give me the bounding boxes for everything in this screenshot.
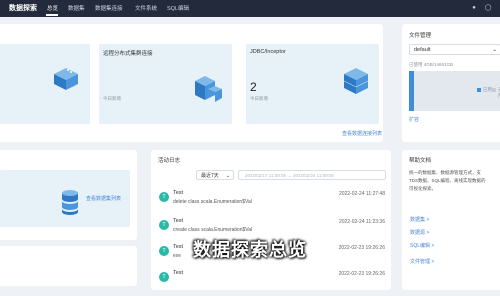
help-description-line: TDS数据、SQL编程、离线实现数据的: [409, 178, 486, 183]
connection-count: 2: [250, 80, 257, 94]
nav-item-sql-editor[interactable]: SQL编辑: [167, 4, 189, 12]
nav-item-file-system[interactable]: 文件系统: [135, 4, 157, 12]
brand-title: 数据探索: [9, 5, 37, 12]
nav-item-overview[interactable]: 总览: [47, 4, 58, 12]
video-caption: 数据探索总览: [193, 240, 307, 260]
legend-unused-swatch: [492, 88, 496, 92]
nav-item-dataset-connections[interactable]: 数据集连接: [95, 4, 123, 12]
today-new-label: 今日新增: [103, 96, 121, 101]
connections-panel: 远程分布式集群连接 今日新增 JDBC/Inceptor 2 今日新增 查看数据…: [0, 24, 383, 142]
datasets-panel: 查看数据集列表: [0, 150, 137, 240]
activity-description: create class scala.Enumeration$Val: [173, 227, 253, 233]
file-management-panel: 文件管理 default⌄ 已使用 4GB/14691GB 已用 未用 扩容: [402, 24, 500, 142]
file-system-select[interactable]: default ⌄: [409, 44, 500, 55]
database-icon: [62, 190, 78, 215]
activity-user: Test: [173, 218, 184, 224]
activity-time: 2022-02-24 11:27:48: [338, 191, 385, 197]
nav-active-indicator: [46, 14, 58, 16]
storage-usage-text: 已使用 4GB/14691GB: [409, 62, 454, 67]
chevron-down-icon: ⌄: [225, 173, 230, 179]
connection-card-local[interactable]: [0, 44, 90, 124]
activity-time: 2022-02-24 11:23:36: [338, 219, 385, 225]
expand-capacity-link[interactable]: 扩容: [409, 116, 419, 123]
help-link-datasets[interactable]: 数据集 >: [410, 216, 429, 223]
help-title: 帮助文档: [409, 158, 432, 164]
top-nav-bar: 数据探索 总览 数据集 数据集连接 文件系统 SQL编辑 ● ◯: [0, 0, 500, 17]
date-range-picker[interactable]: 2022/02/17 11:09:05 → 2022/02/24 11:09:0…: [238, 170, 386, 180]
nav-item-datasets[interactable]: 数据集: [68, 4, 85, 12]
activity-time: 2022-02-23 19:26:26: [338, 271, 385, 277]
cube-stack-icon: [54, 68, 78, 90]
activity-description: delete class scala.Enumeration$Val: [173, 199, 252, 205]
today-new-label: 今日新增: [250, 96, 268, 101]
file-management-title: 文件管理: [409, 33, 432, 39]
activity-user: Test: [173, 270, 184, 276]
activity-item[interactable]: T Test 2022-02-23 19:26:26: [159, 270, 385, 296]
activity-user: Test: [173, 190, 184, 196]
database-stack-icon: [343, 68, 369, 94]
help-link-datasources[interactable]: 数据源 >: [410, 229, 429, 236]
user-icon[interactable]: ◯: [484, 4, 492, 12]
legend-used-label: 已用: [483, 87, 492, 92]
chevron-down-icon: ⌄: [492, 47, 497, 53]
legend-used-swatch: [477, 88, 481, 92]
avatar: T: [159, 220, 169, 230]
connection-card-remote-cluster[interactable]: 远程分布式集群连接 今日新增: [99, 44, 232, 124]
avatar: T: [159, 192, 169, 202]
card-title: JDBC/Inceptor: [250, 49, 286, 55]
help-description-line: 可视化探索。: [409, 186, 436, 191]
view-datasets-link[interactable]: 查看数据集列表: [86, 195, 121, 202]
help-description-line: 统一的数据集、数据源管理方式，支: [409, 170, 481, 175]
card-title: 远程分布式集群连接: [103, 51, 153, 57]
view-connections-link[interactable]: 查看数据连接列表: [342, 130, 382, 137]
server-cluster-icon: [195, 76, 222, 102]
time-range-select[interactable]: 最近7天 ⌄: [196, 170, 234, 180]
activity-item[interactable]: T Test delete class scala.Enumeration$Va…: [159, 190, 385, 216]
activity-title: 活动日志: [158, 158, 181, 164]
datasets-card[interactable]: 查看数据集列表: [0, 170, 130, 227]
notification-icon[interactable]: ●: [470, 4, 478, 12]
connection-card-jdbc[interactable]: JDBC/Inceptor 2 今日新增: [246, 44, 379, 124]
